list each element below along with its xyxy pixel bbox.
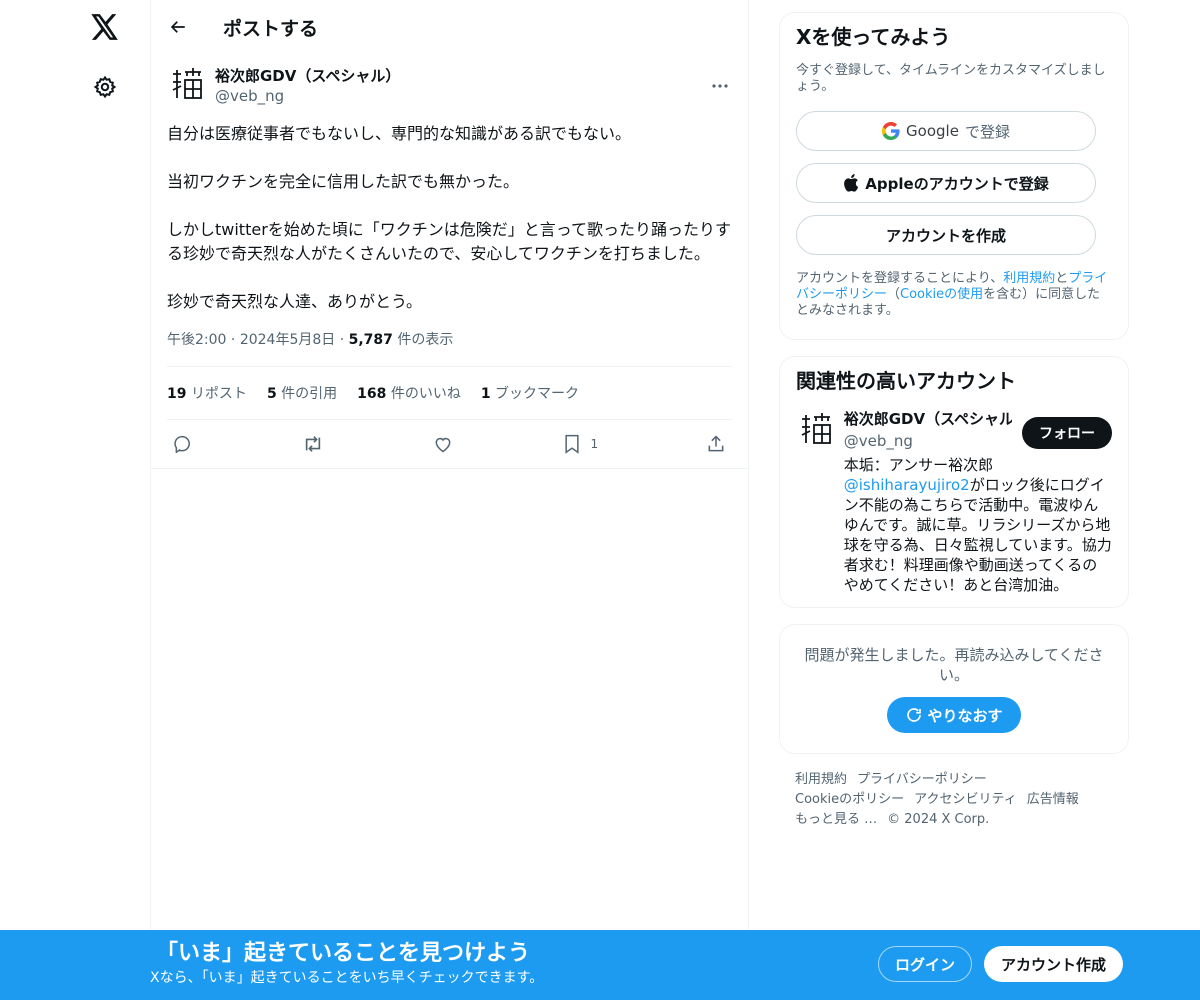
- footer-link[interactable]: Cookieのポリシー: [795, 792, 904, 807]
- bio-mention-link[interactable]: @ishiharayujiro2: [844, 476, 970, 494]
- views-count: 5,787: [348, 332, 393, 348]
- footer-link[interactable]: もっと見る …: [795, 812, 877, 827]
- google-brand: Google: [906, 122, 959, 140]
- meta-separator: ·: [339, 332, 349, 348]
- bookmarks-label: ブックマーク: [495, 386, 580, 402]
- apple-signup-button[interactable]: Appleのアカウントで登録: [796, 163, 1096, 203]
- views-label: 件の表示: [397, 332, 454, 348]
- x-logo-icon[interactable]: [90, 12, 120, 42]
- footer-link[interactable]: アクセシビリティ: [914, 792, 1017, 807]
- bookmark-icon[interactable]: [560, 432, 584, 456]
- more-options-icon[interactable]: [708, 74, 732, 98]
- reposts-stat[interactable]: 19 リポスト: [167, 383, 247, 403]
- meta-separator: ·: [230, 332, 240, 348]
- retry-label: やりなおす: [927, 706, 1003, 725]
- post-text: 自分は医療従事者でもないし、専門的な知識がある訳でもない。 当初ワクチンを完全に…: [167, 122, 737, 314]
- divider: [151, 468, 750, 469]
- right-sidebar: Xを使ってみよう 今すぐ登録して、タイムラインをカスタマイズしましょう。 Goo…: [779, 12, 1129, 830]
- error-message: 問題が発生しました。再読み込みしてください。: [804, 646, 1104, 684]
- page-title: ポストする: [223, 17, 319, 40]
- refresh-icon: [905, 706, 923, 724]
- cookie-link[interactable]: Cookieの使用: [900, 287, 983, 302]
- left-nav: [0, 0, 150, 1000]
- footer-links: 利用規約 プライバシーポリシー Cookieのポリシー アクセシビリティ 広告情報 も…: [779, 770, 1129, 830]
- post-author-row: 裕次郎GDV（スペシャル） @veb_ng: [167, 64, 732, 114]
- avatar[interactable]: [167, 64, 207, 104]
- retry-button[interactable]: やりなおす: [887, 697, 1021, 733]
- signup-button[interactable]: アカウント作成: [984, 946, 1123, 982]
- bottom-bar-subtitle: Xなら、「いま」起きていることをいち早くチェックできます。: [150, 970, 544, 986]
- related-account-bio: 本垢：アンサー裕次郎@ishiharayujiro2がロック後にログイン不能の為…: [844, 455, 1112, 595]
- quotes-stat[interactable]: 5 件の引用: [267, 383, 337, 403]
- post-paragraph: 珍妙で奇天烈な人達、ありがとう。: [167, 292, 423, 311]
- follow-button[interactable]: フォロー: [1022, 417, 1112, 449]
- post: 裕次郎GDV（スペシャル） @veb_ng 自分は医療従事者でもないし、専門的な…: [151, 64, 750, 469]
- error-card: 問題が発生しました。再読み込みしてください。 やりなおす: [779, 624, 1129, 754]
- share-icon[interactable]: [704, 432, 728, 456]
- gear-icon[interactable]: [92, 74, 118, 100]
- apple-signup-label: Appleのアカウントで登録: [865, 174, 1049, 193]
- legal-text: アカウントを登録することにより、利用規約とプライバシーポリシー（Cookieの使…: [796, 271, 1112, 319]
- repost-icon[interactable]: [301, 432, 325, 456]
- post-actions: 1: [167, 420, 732, 468]
- google-icon: [882, 122, 900, 140]
- likes-count: 168: [357, 386, 387, 402]
- back-arrow-icon[interactable]: [167, 16, 189, 38]
- post-time[interactable]: 午後2:00: [167, 332, 226, 348]
- bookmarks-stat[interactable]: 1 ブックマーク: [481, 383, 579, 403]
- login-button[interactable]: ログイン: [878, 946, 972, 982]
- bookmark-action[interactable]: 1: [560, 432, 598, 456]
- related-account-name[interactable]: 裕次郎GDV（スペシャル）: [844, 409, 1012, 429]
- bio-prefix: 本垢：アンサー裕次郎: [843, 456, 994, 474]
- author-handle[interactable]: @veb_ng: [215, 86, 400, 106]
- create-account-button[interactable]: アカウントを作成: [796, 215, 1096, 255]
- footer-link[interactable]: プライバシーポリシー: [857, 772, 987, 787]
- main-column: ポストする 裕次郎GDV（スペシャル） @veb_ng 自分は医療従事者でもない…: [150, 0, 750, 930]
- reposts-label: リポスト: [190, 386, 247, 402]
- likes-label: 件のいいね: [390, 386, 461, 402]
- likes-stat[interactable]: 168 件のいいね: [357, 383, 461, 403]
- footer-link[interactable]: 利用規約: [795, 772, 847, 787]
- legal-paren: （: [887, 287, 901, 302]
- related-account[interactable]: 裕次郎GDV（スペシャル） @veb_ng 本垢：アンサー裕次郎@ishihar…: [796, 409, 1112, 595]
- bookmarks-count: 1: [480, 386, 491, 402]
- avatar[interactable]: [796, 409, 836, 449]
- create-account-label: アカウントを作成: [885, 226, 1006, 245]
- bookmark-count: 1: [590, 437, 599, 451]
- signup-title: Xを使ってみよう: [796, 25, 951, 49]
- post-paragraph: 自分は医療従事者でもないし、専門的な知識がある訳でもない。: [167, 124, 632, 143]
- reply-icon[interactable]: [171, 432, 195, 456]
- main-header: ポストする: [151, 0, 748, 54]
- post-stats: 19 リポスト 5 件の引用 168 件のいいね 1 ブックマーク: [167, 367, 732, 419]
- post-date[interactable]: 2024年5月8日: [240, 332, 335, 348]
- post-paragraph: 当初ワクチンを完全に信用した訳でも無かった。: [167, 172, 520, 191]
- related-accounts-card: 関連性の高いアカウント 裕次郎GDV（スペシャル） @veb_ng 本垢：アンサ…: [779, 356, 1129, 608]
- author-name[interactable]: 裕次郎GDV（スペシャル）: [215, 66, 400, 86]
- quotes-label: 件の引用: [281, 386, 338, 402]
- footer-link[interactable]: 広告情報: [1027, 792, 1079, 807]
- copyright: © 2024 X Corp.: [887, 812, 990, 827]
- quotes-count: 5: [266, 386, 277, 402]
- signup-card: Xを使ってみよう 今すぐ登録して、タイムラインをカスタマイズしましょう。 Goo…: [779, 12, 1129, 340]
- bottom-bar-title: 「いま」起きていることを見つけよう: [156, 941, 531, 966]
- post-paragraph: しかしtwitterを始めた頃に「ワクチンは危険だ」と言って歌ったり踊ったりする…: [167, 220, 731, 263]
- legal-prefix: アカウントを登録することにより、: [796, 271, 1004, 286]
- google-signup-button[interactable]: Google で登録: [796, 111, 1096, 151]
- bottom-signup-bar: 「いま」起きていることを見つけよう Xなら、「いま」起きていることをいち早くチェ…: [0, 930, 1200, 1000]
- terms-link[interactable]: 利用規約: [1003, 271, 1055, 286]
- related-title: 関連性の高いアカウント: [796, 369, 1016, 393]
- like-icon[interactable]: [431, 432, 455, 456]
- post-meta: 午後2:00 · 2024年5月8日 · 5,787 件の表示: [167, 330, 732, 350]
- legal-and: と: [1055, 271, 1069, 286]
- reposts-count: 19: [167, 386, 187, 402]
- signup-subtitle: 今すぐ登録して、タイムラインをカスタマイズしましょう。: [796, 63, 1106, 94]
- google-suffix: で登録: [964, 122, 1010, 141]
- apple-icon: [843, 174, 859, 192]
